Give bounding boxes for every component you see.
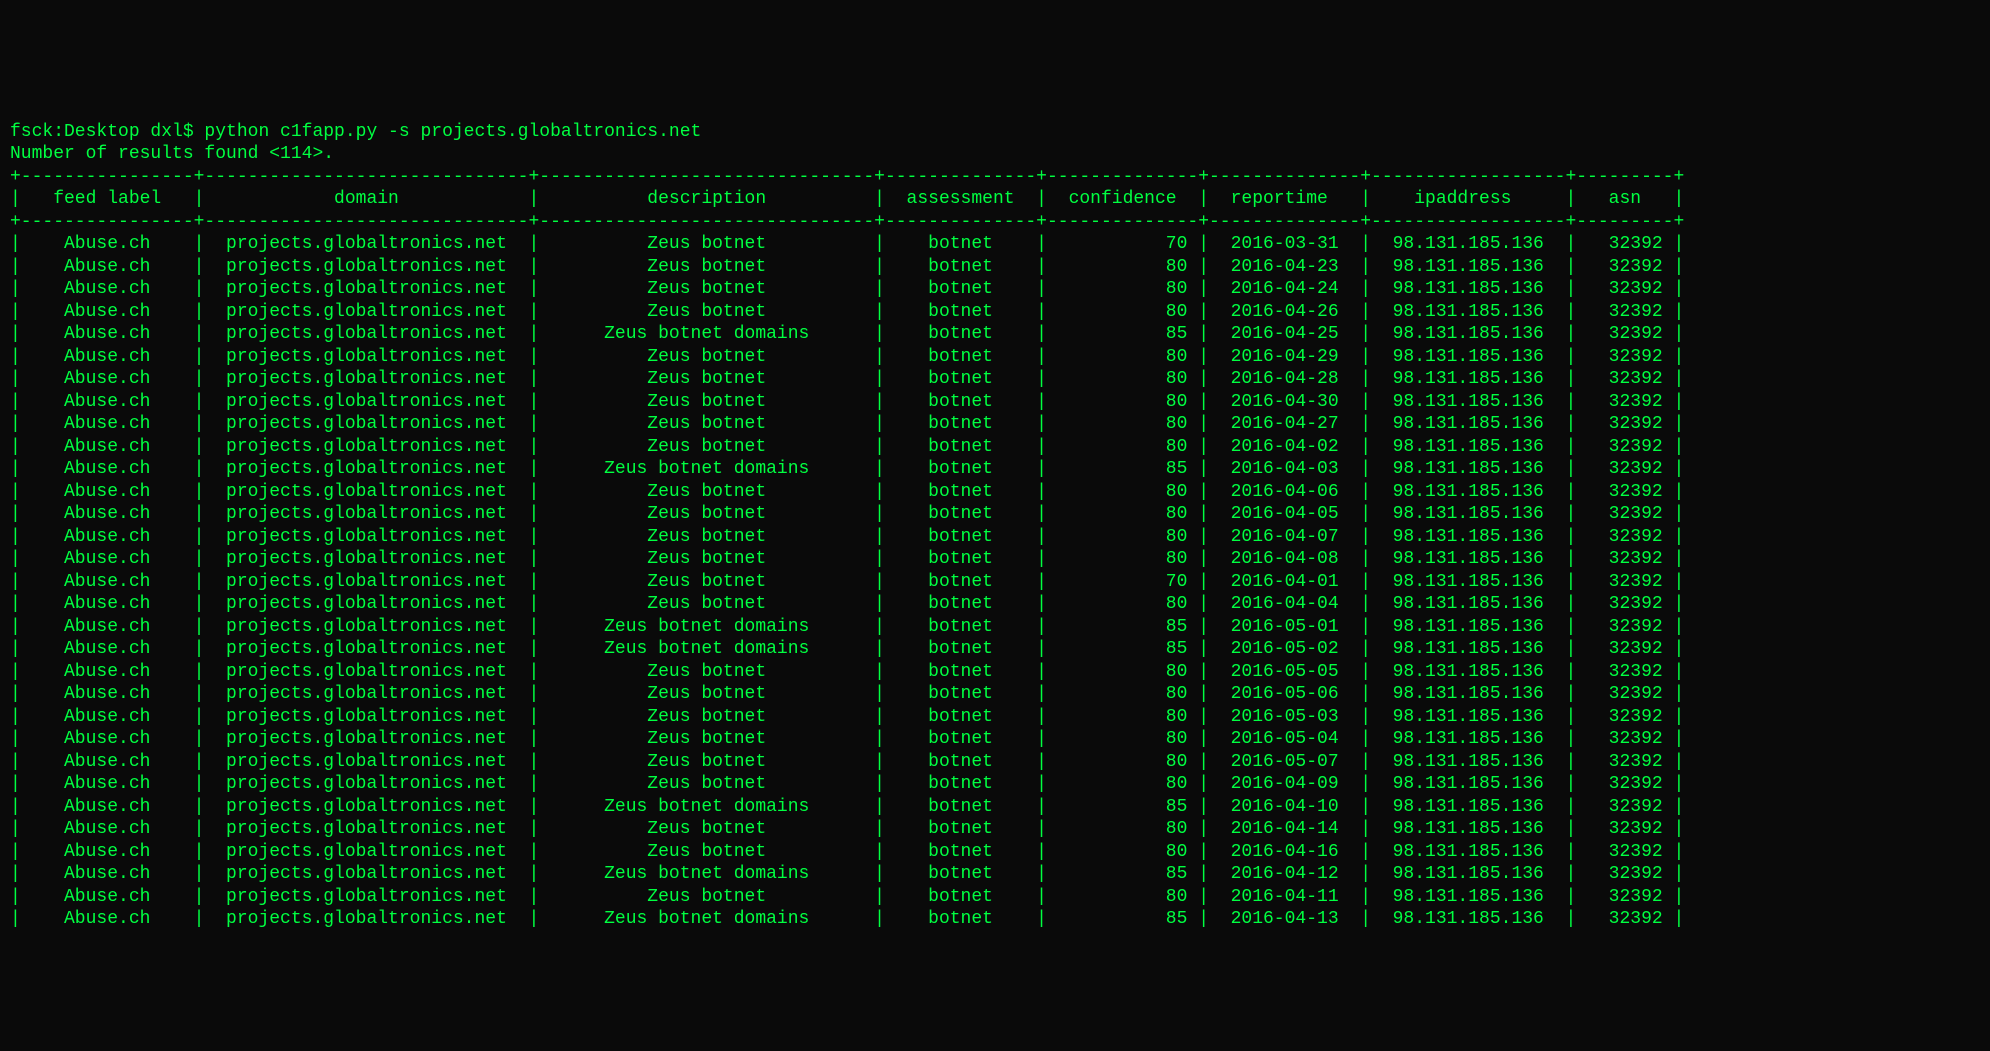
results-table: +----------------+----------------------… (10, 167, 1684, 930)
terminal-output: fsck:Desktop dxl$ python c1fapp.py -s pr… (0, 113, 1990, 939)
summary-line: Number of results found <114>. (10, 144, 334, 164)
prompt-line: fsck:Desktop dxl$ python c1fapp.py -s pr… (10, 122, 701, 142)
